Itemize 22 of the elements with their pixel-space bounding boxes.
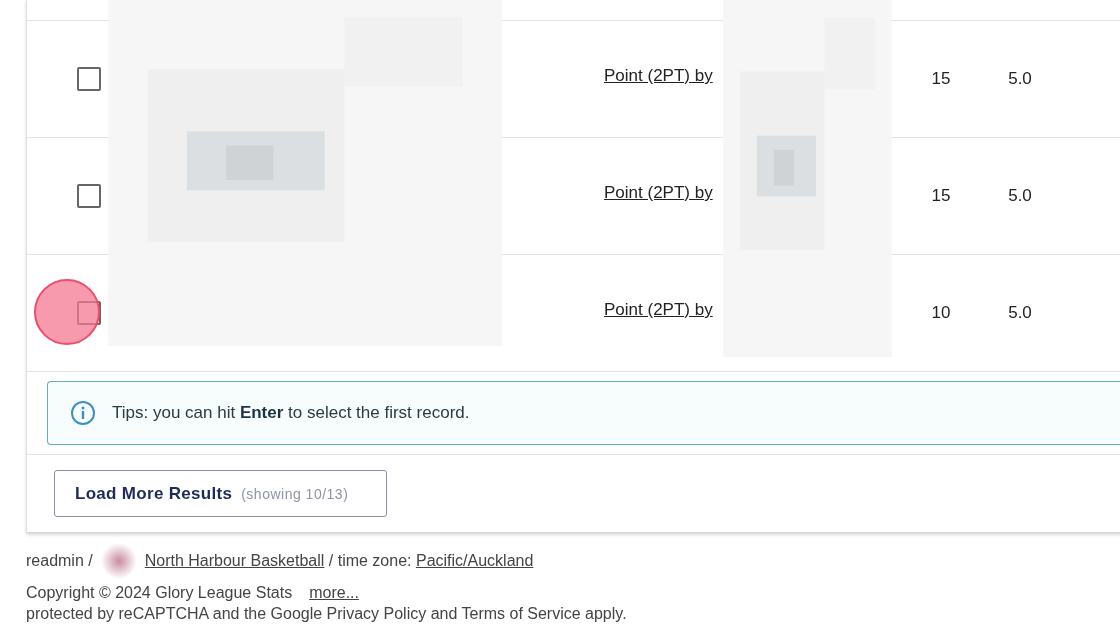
user-name: readmin / xyxy=(26,551,93,571)
timezone-label: / time zone: xyxy=(327,551,413,571)
tip-text: Tips: you can hit Enter to select the first record. xyxy=(112,403,470,423)
load-more-button[interactable]: Load More Results (showing 10/13) xyxy=(54,470,387,517)
timezone-link[interactable]: Pacific/Auckland xyxy=(415,551,534,571)
blurred-redaction xyxy=(100,543,137,579)
copyright-text: Copyright © 2024 Glory League Stats xyxy=(26,583,293,603)
row-checkbox[interactable] xyxy=(77,67,101,91)
more-link[interactable]: more... xyxy=(309,583,359,603)
club-link[interactable]: North Harbour Basketball xyxy=(144,551,325,571)
table-cell-text: 5.0 xyxy=(1007,69,1033,89)
event-link[interactable]: Point (2PT) by xyxy=(604,183,722,203)
event-link[interactable]: Point (2PT) by xyxy=(604,66,722,86)
info-icon xyxy=(70,400,96,426)
table-cell-text: 5.0 xyxy=(1007,303,1033,323)
table-cell-text: 15 xyxy=(930,186,952,206)
recaptcha-notice: protected by reCAPTCHA and the Google Privacy Policy and Terms of Service apply. xyxy=(26,605,627,623)
table-cell-text: 15 xyxy=(930,69,952,89)
row-checkbox[interactable] xyxy=(77,184,101,208)
table-cell-text: 5.0 xyxy=(1007,186,1033,206)
event-link[interactable]: Point (2PT) by xyxy=(604,300,722,320)
table-cell-text: 10 xyxy=(930,303,952,323)
